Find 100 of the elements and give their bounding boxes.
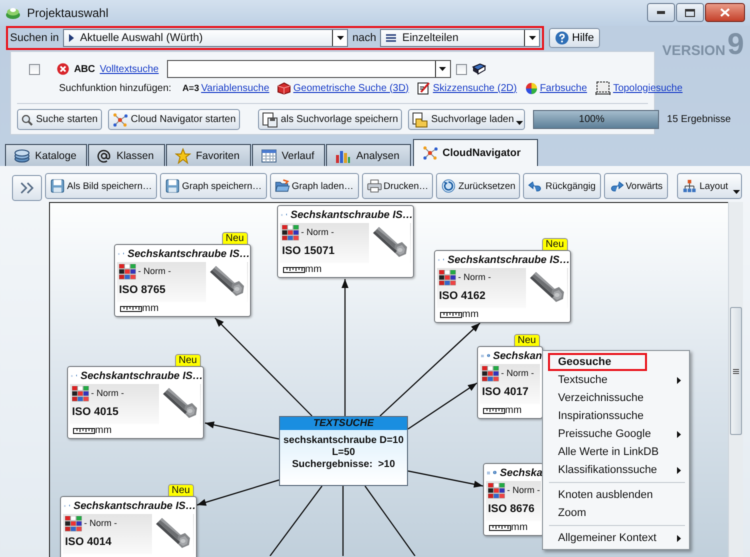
category-label: - Norm - bbox=[138, 266, 171, 276]
connector-line bbox=[270, 486, 322, 556]
product-card[interactable]: Sechska - Norm - ISO 8676 mm bbox=[483, 463, 544, 536]
product-card[interactable]: Sechskantschraube IS… - Norm - ISO 4014 bbox=[60, 496, 197, 557]
toolbar-button[interactable]: Graph laden… bbox=[270, 173, 359, 199]
help-button[interactable]: Hilfe bbox=[549, 28, 600, 48]
connector-line bbox=[342, 486, 344, 556]
close-icon bbox=[720, 8, 730, 17]
target-dropdown[interactable]: Einzelteilen bbox=[380, 29, 540, 47]
tab[interactable]: CloudNavigator bbox=[412, 139, 538, 166]
color-wheel-icon bbox=[524, 82, 538, 94]
dropdown-caret-icon bbox=[733, 190, 740, 194]
add-search-label: Suchfunktion hinzufügen: bbox=[59, 82, 172, 94]
tab[interactable]: Verlauf bbox=[252, 144, 326, 166]
norm-code: ISO 4017 bbox=[482, 386, 528, 398]
connector-label: nach bbox=[352, 32, 376, 44]
checkbox[interactable] bbox=[456, 64, 467, 74]
search-node[interactable]: TEXTSUCHE sechskantschraube D=10 L=50 Suchergebnisse: >10 bbox=[279, 416, 408, 486]
tab[interactable]: Klassen bbox=[88, 144, 165, 166]
toolbar-button[interactable]: Als Bild speichern… bbox=[45, 173, 158, 199]
maximize-button[interactable] bbox=[676, 3, 704, 22]
toolbar-button[interactable]: Drucken… bbox=[362, 173, 434, 199]
product-title: Sechskantschraube IS… bbox=[290, 208, 413, 220]
product-card[interactable]: Sechskantschraube IS… - Norm - ISO 8765 mm bbox=[114, 244, 251, 317]
template-save-icon bbox=[262, 112, 278, 128]
toolbar-button[interactable]: Layout bbox=[677, 173, 742, 199]
menu-item[interactable]: Preissuche Google bbox=[545, 425, 687, 443]
folder-icon bbox=[274, 179, 290, 193]
product-card[interactable]: Sechskantschraube IS… - Norm - ISO 15071 mm bbox=[277, 205, 414, 278]
toolbar-button[interactable]: Vorwärts bbox=[604, 173, 668, 199]
unit-label: mm bbox=[305, 264, 322, 275]
norm-code: ISO 8765 bbox=[119, 284, 166, 296]
minimize-button[interactable] bbox=[647, 3, 675, 22]
flags-icon bbox=[488, 483, 505, 499]
menu-item[interactable]: Knoten ausblenden bbox=[545, 486, 687, 504]
scope-dropdown[interactable]: Aktuelle Auswahl (Würth) bbox=[62, 29, 348, 47]
progress-text: 100% bbox=[578, 114, 604, 125]
new-badge: Neu bbox=[514, 334, 540, 347]
action-button[interactable]: als Suchvorlage speichern bbox=[258, 109, 402, 130]
menu-item[interactable]: Textsuche bbox=[545, 371, 687, 389]
triangle-icon bbox=[68, 34, 74, 42]
action-button[interactable]: Suchvorlage laden bbox=[408, 109, 525, 130]
expand-button[interactable] bbox=[12, 174, 42, 200]
toolbar-button[interactable]: Rückgängig bbox=[523, 173, 601, 199]
abc-label: ABC bbox=[74, 64, 95, 74]
dropdown-caret-icon bbox=[516, 121, 523, 125]
action-button[interactable]: Cloud Navigator starten bbox=[108, 109, 240, 130]
search-function-link[interactable]: Skizzensuche (2D) bbox=[432, 82, 517, 94]
reset-icon bbox=[441, 179, 456, 193]
toolbar-button[interactable]: Zurücksetzen bbox=[436, 173, 520, 199]
fulltext-search-link[interactable]: Volltextsuche bbox=[100, 64, 159, 74]
scrollbar[interactable] bbox=[728, 202, 743, 557]
menu-item[interactable]: Verzeichnissuche bbox=[545, 389, 687, 407]
menu-item[interactable]: Alle Werte in LinkDB bbox=[545, 443, 687, 461]
app-icon bbox=[5, 5, 21, 21]
search-function-link[interactable]: Geometrische Suche (3D) bbox=[293, 82, 409, 94]
product-card[interactable]: Sechskantschraube IS… - Norm - ISO 4015 mm bbox=[67, 366, 204, 439]
search-node-title: TEXTSUCHE bbox=[280, 417, 407, 430]
redo-icon bbox=[608, 179, 624, 193]
search-node-text: sechskantschraube D=10 bbox=[283, 435, 404, 447]
menu-item[interactable]: Geosuche bbox=[548, 353, 647, 371]
menu-item[interactable]: Inspirationssuche bbox=[545, 407, 687, 425]
tab[interactable]: Analysen bbox=[326, 144, 410, 166]
checkbox[interactable] bbox=[29, 64, 40, 74]
tab[interactable]: Kataloge bbox=[5, 144, 88, 166]
close-button[interactable] bbox=[705, 3, 745, 22]
search-function-link[interactable]: Farbsuche bbox=[540, 82, 588, 94]
magnifier-icon bbox=[21, 114, 33, 126]
caret-icon bbox=[336, 36, 344, 40]
version-logo: VERSION bbox=[662, 42, 726, 58]
ruler-icon bbox=[283, 266, 305, 272]
search-input[interactable] bbox=[166, 60, 451, 78]
search-function-link[interactable]: Topologiesuche bbox=[613, 82, 683, 94]
undo-icon bbox=[528, 179, 544, 193]
category-label: - Norm - bbox=[84, 518, 117, 528]
menu-item[interactable]: Allgemeiner Kontext bbox=[545, 529, 687, 547]
remove-icon bbox=[57, 63, 69, 75]
search-function-link[interactable]: Variablensuche bbox=[201, 82, 270, 94]
bar-chart-icon bbox=[335, 148, 352, 162]
action-button[interactable]: Suche starten bbox=[17, 109, 102, 130]
norm-code: ISO 4015 bbox=[72, 406, 118, 418]
result-count: 15 Ergebnisse bbox=[666, 114, 731, 125]
scroll-thumb[interactable] bbox=[730, 307, 742, 435]
product-card[interactable]: Sechskantschraube IS… - Norm - ISO 4162 mm bbox=[434, 250, 571, 323]
new-badge: Neu bbox=[174, 354, 201, 367]
product-title: Sechska bbox=[500, 466, 542, 478]
toolbar-button[interactable]: Graph speichern… bbox=[160, 173, 267, 199]
product-card[interactable]: Sechskan - Norm - ISO 4017 mm bbox=[477, 346, 543, 419]
caret-icon bbox=[439, 67, 446, 71]
menu-item[interactable]: Zoom bbox=[545, 504, 687, 522]
product-title: Sechskantschraube IS… bbox=[80, 370, 203, 382]
search-in-label: Suchen in bbox=[10, 32, 59, 44]
menu-item[interactable]: Klassifikationssuche bbox=[545, 461, 687, 479]
tab[interactable]: Favoriten bbox=[166, 144, 251, 166]
ruler-icon bbox=[489, 524, 511, 530]
flags-icon bbox=[119, 264, 136, 280]
ruler-icon bbox=[120, 306, 142, 312]
connector-line bbox=[364, 486, 416, 556]
ruler-icon bbox=[73, 428, 95, 434]
network-icon bbox=[422, 146, 438, 160]
